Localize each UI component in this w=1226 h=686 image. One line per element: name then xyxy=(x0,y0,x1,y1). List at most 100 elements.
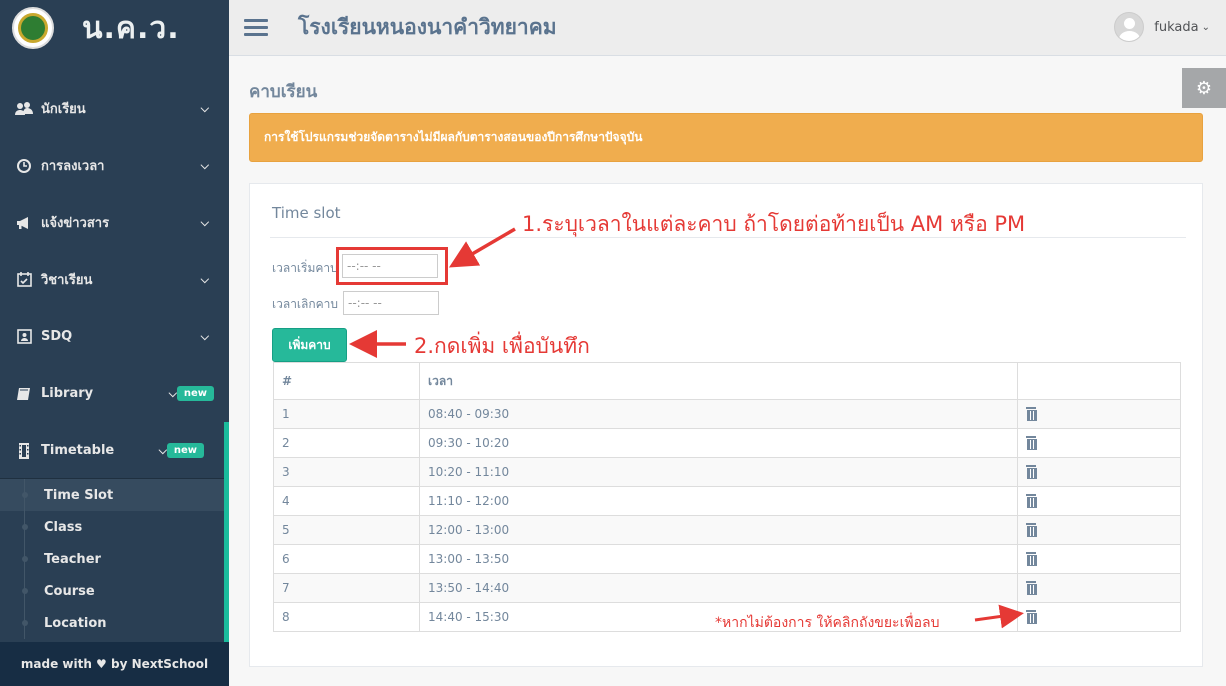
time-slot-panel: Time slot เวลาเริ่มคาบ --:-- -- เวลาเลิก… xyxy=(249,183,1203,667)
end-time-input[interactable]: --:-- -- xyxy=(343,291,439,315)
table-row: 3 10:20 - 11:10 xyxy=(273,457,1181,487)
new-badge: new xyxy=(176,386,214,401)
submenu-item-time-slot[interactable]: Time Slot xyxy=(0,479,224,511)
trash-icon[interactable] xyxy=(1026,522,1037,537)
table-row: 7 13:50 - 14:40 xyxy=(273,573,1181,603)
trash-icon[interactable] xyxy=(1026,464,1037,479)
school-logo xyxy=(12,7,54,49)
chevron-down-icon: ⌵ xyxy=(200,101,209,115)
table-row: 1 08:40 - 09:30 xyxy=(273,399,1181,429)
slot-number: 8 xyxy=(273,602,420,632)
table-row: 5 12:00 - 13:00 xyxy=(273,515,1181,545)
settings-button[interactable]: ⚙ xyxy=(1182,68,1226,108)
sidebar-item-label: SDQ xyxy=(41,329,73,344)
sidebar-item-subjects[interactable]: วิชาเรียน ⌵ xyxy=(0,251,229,308)
slot-number: 5 xyxy=(273,515,420,545)
top-navbar: โรงเรียนหนองนาคำวิทยาคม fukada ⌄ xyxy=(229,0,1226,56)
slot-time: 12:00 - 13:00 xyxy=(419,515,1018,545)
trash-icon[interactable] xyxy=(1026,609,1037,624)
chevron-down-icon: ⌵ xyxy=(168,386,177,400)
sidebar-item-announcements[interactable]: แจ้งข่าวสาร ⌵ xyxy=(0,194,229,251)
chevron-down-icon: ⌵ xyxy=(200,329,209,343)
slot-time: 09:30 - 10:20 xyxy=(419,428,1018,458)
new-badge: new xyxy=(166,443,204,458)
annotation-delete-note: *หากไม่ต้องการ ให้คลิกถังขยะเพื่อลบ xyxy=(715,615,940,631)
footer-credit: made with ♥ by NextSchool xyxy=(0,642,229,686)
table-header-row: # เวลา xyxy=(273,362,1181,400)
column-header-time: เวลา xyxy=(419,362,1018,400)
slot-time: 13:50 - 14:40 xyxy=(419,573,1018,603)
submenu-item-teacher[interactable]: Teacher xyxy=(0,543,224,575)
slot-number: 6 xyxy=(273,544,420,574)
submenu-item-class[interactable]: Class xyxy=(0,511,224,543)
chevron-down-icon: ⌵ xyxy=(200,272,209,286)
sidebar-item-label: การลงเวลา xyxy=(41,159,105,174)
sidebar-item-library[interactable]: Library ⌵ new xyxy=(0,365,229,422)
menu-toggle-icon[interactable] xyxy=(244,19,268,36)
time-slot-table: # เวลา 1 08:40 - 09:30 2 09:30 - 10:20 3… xyxy=(273,362,1181,632)
brand[interactable]: น.ค.ว. xyxy=(0,0,229,56)
submenu-item-course[interactable]: Course xyxy=(0,575,224,607)
start-time-label: เวลาเริ่มคาบ xyxy=(272,261,338,275)
sidebar-item-label: Library xyxy=(41,386,94,401)
sidebar: น.ค.ว. นักเรียน ⌵ การลงเวลา ⌵ แจ้งข่าวสา… xyxy=(0,0,229,686)
sidebar-item-students[interactable]: นักเรียน ⌵ xyxy=(0,80,229,137)
page-title: คาบเรียน xyxy=(249,82,318,102)
slot-time: 10:20 - 11:10 xyxy=(419,457,1018,487)
avatar xyxy=(1114,12,1145,42)
chevron-down-icon: ⌵ xyxy=(200,158,209,172)
sidebar-item-label: แจ้งข่าวสาร xyxy=(41,216,110,231)
trash-icon[interactable] xyxy=(1026,493,1037,508)
book-icon xyxy=(14,386,34,402)
chevron-down-icon: ⌄ xyxy=(1201,21,1210,33)
sidebar-item-timetable[interactable]: Timetable ⌵ new xyxy=(0,422,229,479)
table-row: 6 13:00 - 13:50 xyxy=(273,544,1181,574)
warning-alert: การใช้โปรแกรมช่วยจัดตารางไม่มีผลกับตาราง… xyxy=(249,113,1203,162)
panel-title: Time slot xyxy=(272,204,341,222)
highlight-box xyxy=(336,247,448,285)
slot-number: 2 xyxy=(273,428,420,458)
end-time-placeholder: --:-- -- xyxy=(348,296,382,310)
table-row: 2 09:30 - 10:20 xyxy=(273,428,1181,458)
chevron-down-icon: ⌵ xyxy=(158,443,167,457)
column-header-number: # xyxy=(273,362,420,400)
annotation-step-1: 1.ระบุเวลาในแต่ละคาบ ถ้าโดยต่อท้ายเป็น A… xyxy=(522,212,1026,236)
users-icon xyxy=(14,101,34,117)
table-row: 4 11:10 - 12:00 xyxy=(273,486,1181,516)
user-menu[interactable]: fukada ⌄ xyxy=(1114,12,1210,42)
slot-number: 7 xyxy=(273,573,420,603)
slot-number: 1 xyxy=(273,399,420,429)
id-card-icon xyxy=(14,329,34,345)
sidebar-item-label: นักเรียน xyxy=(41,102,86,117)
bullhorn-icon xyxy=(14,215,34,231)
sidebar-item-label: Timetable xyxy=(41,443,115,458)
username: fukada xyxy=(1154,19,1199,35)
sidebar-menu: นักเรียน ⌵ การลงเวลา ⌵ แจ้งข่าวสาร ⌵ วิช… xyxy=(0,80,229,643)
sidebar-item-label: วิชาเรียน xyxy=(41,273,93,288)
clock-icon xyxy=(14,158,34,174)
trash-icon[interactable] xyxy=(1026,406,1037,421)
add-slot-button[interactable]: เพิ่มคาบ xyxy=(272,328,347,362)
sidebar-item-attendance[interactable]: การลงเวลา ⌵ xyxy=(0,137,229,194)
slot-time: 11:10 - 12:00 xyxy=(419,486,1018,516)
chevron-down-icon: ⌵ xyxy=(200,215,209,229)
sidebar-item-sdq[interactable]: SDQ ⌵ xyxy=(0,308,229,365)
school-name: โรงเรียนหนองนาคำวิทยาคม xyxy=(298,15,557,39)
slot-time: 08:40 - 09:30 xyxy=(419,399,1018,429)
film-icon xyxy=(14,442,34,459)
end-time-label: เวลาเลิกคาบ xyxy=(272,297,339,311)
submenu-item-location[interactable]: Location xyxy=(0,607,224,639)
slot-number: 4 xyxy=(273,486,420,516)
alert-text: การใช้โปรแกรมช่วยจัดตารางไม่มีผลกับตาราง… xyxy=(264,130,643,144)
calendar-check-icon xyxy=(14,272,34,288)
timetable-submenu: Time Slot Class Teacher Course Location xyxy=(0,479,229,643)
trash-icon[interactable] xyxy=(1026,551,1037,566)
slot-number: 3 xyxy=(273,457,420,487)
gear-icon: ⚙ xyxy=(1195,77,1213,99)
trash-icon[interactable] xyxy=(1026,580,1037,595)
brand-name: น.ค.ว. xyxy=(82,10,180,46)
annotation-step-2: 2.กดเพิ่ม เพื่อบันทึก xyxy=(414,334,590,358)
slot-time: 13:00 - 13:50 xyxy=(419,544,1018,574)
trash-icon[interactable] xyxy=(1026,435,1037,450)
column-header-actions xyxy=(1017,362,1181,400)
